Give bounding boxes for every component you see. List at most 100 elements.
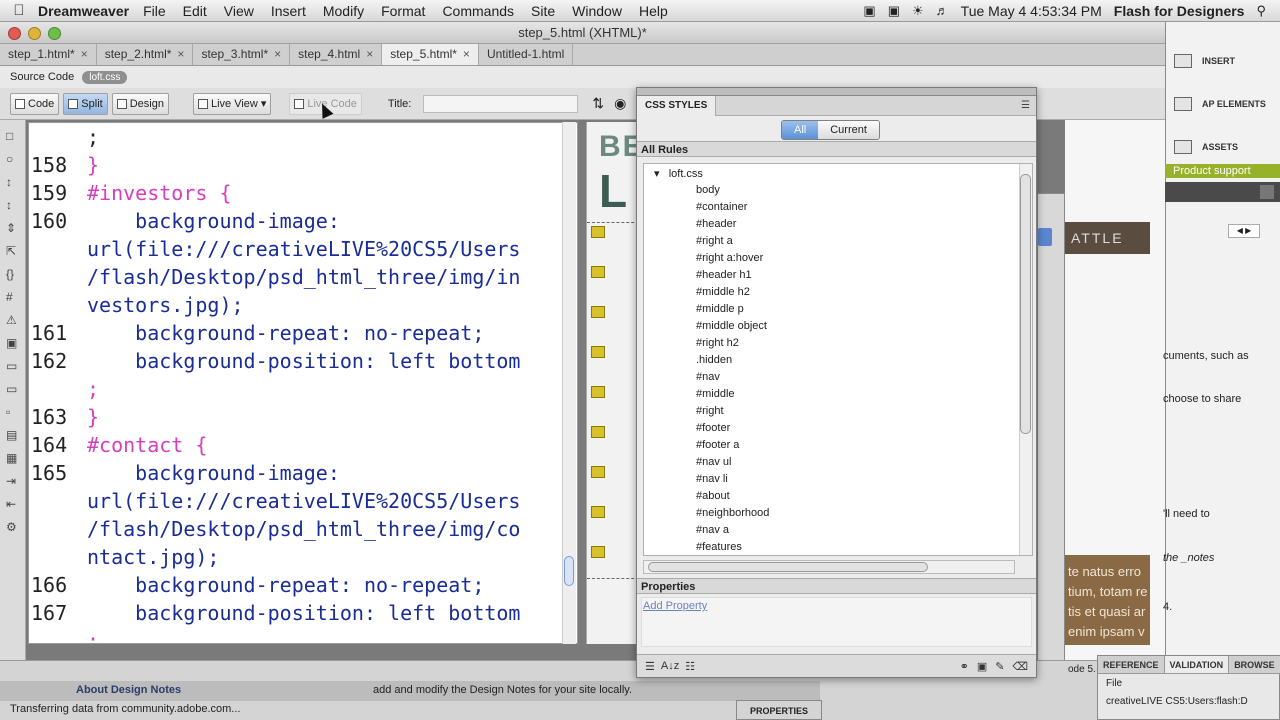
css-rule[interactable]: #about xyxy=(696,490,769,507)
tab-browse[interactable]: BROWSE xyxy=(1229,656,1280,673)
insert-panel-tab[interactable]: INSERT xyxy=(1174,54,1235,68)
css-rule[interactable]: body xyxy=(696,184,769,201)
balance-braces-icon[interactable]: {} xyxy=(6,267,20,281)
camera-icon[interactable]: ▣ xyxy=(888,3,900,19)
brightness-icon[interactable]: ☀ xyxy=(912,3,924,19)
live-view-button[interactable]: Live View ▾ xyxy=(192,92,272,115)
attach-stylesheet-icon[interactable]: ⚭ xyxy=(960,660,969,673)
menu-help[interactable]: Help xyxy=(639,3,668,19)
anchor-marker-icon[interactable] xyxy=(591,346,605,358)
css-rule[interactable]: #header xyxy=(696,218,769,235)
product-support-bar[interactable]: Product support xyxy=(1165,164,1280,178)
css-rule[interactable]: #right a:hover xyxy=(696,252,769,269)
menu-view[interactable]: View xyxy=(224,3,254,19)
css-rule[interactable]: #middle h2 xyxy=(696,286,769,303)
anchor-marker-icon[interactable] xyxy=(591,386,605,398)
anchor-marker-icon[interactable] xyxy=(591,306,605,318)
highlight-invalid-icon[interactable]: ⚠ xyxy=(6,313,20,327)
close-icon[interactable]: × xyxy=(81,47,88,61)
move-css-icon[interactable]: ▦ xyxy=(6,451,20,465)
tab-reference[interactable]: REFERENCE xyxy=(1098,656,1165,673)
design-view[interactable]: BE L xyxy=(586,122,638,644)
recent-snippets-icon[interactable]: ▤ xyxy=(6,428,20,442)
source-code-link[interactable]: Source Code xyxy=(10,71,74,83)
css-rule[interactable]: #container xyxy=(696,201,769,218)
properties-tab[interactable]: PROPERTIES xyxy=(736,700,822,720)
css-rule[interactable]: #nav ul xyxy=(696,456,769,473)
css-rule[interactable]: #nav li xyxy=(696,473,769,490)
disclosure-triangle-icon[interactable]: ▾ xyxy=(654,168,669,180)
css-rule[interactable]: #footer xyxy=(696,422,769,439)
menu-format[interactable]: Format xyxy=(381,3,425,19)
anchor-marker-icon[interactable] xyxy=(591,426,605,438)
collapse-tag-icon[interactable]: ↕ xyxy=(6,175,20,189)
assets-panel-tab[interactable]: ASSETS xyxy=(1174,140,1238,154)
line-numbers-icon[interactable]: # xyxy=(6,290,20,304)
screen-icon[interactable]: ▣ xyxy=(863,3,875,19)
expand-all-icon[interactable]: ⇕ xyxy=(6,221,20,235)
close-icon[interactable]: × xyxy=(177,47,184,61)
anchor-marker-icon[interactable] xyxy=(591,506,605,518)
css-rule[interactable]: #right xyxy=(696,405,769,422)
zoom-window-button[interactable] xyxy=(48,27,61,40)
menu-commands[interactable]: Commands xyxy=(442,3,514,19)
css-rule[interactable]: #features xyxy=(696,541,769,555)
ap-elements-panel-tab[interactable]: AP ELEMENTS xyxy=(1174,97,1266,111)
add-property-link[interactable]: Add Property xyxy=(643,600,707,612)
css-styles-tab[interactable]: CSS STYLES xyxy=(637,96,717,116)
rules-hscrollbar[interactable] xyxy=(643,560,1015,574)
code-view-button[interactable]: Code xyxy=(10,92,60,115)
close-icon[interactable]: × xyxy=(463,47,470,61)
menu-insert[interactable]: Insert xyxy=(271,3,306,19)
wrap-tag-icon[interactable]: ▫ xyxy=(6,405,20,419)
panel-menu-icon[interactable]: ☰ xyxy=(1021,100,1030,111)
split-view-button[interactable]: Split xyxy=(63,92,108,115)
close-window-button[interactable] xyxy=(8,27,21,40)
syntax-coloring-icon[interactable]: ▣ xyxy=(6,336,20,350)
apple-icon[interactable]:  xyxy=(0,2,38,19)
anchor-marker-icon[interactable] xyxy=(591,226,605,238)
css-rule[interactable]: #right h2 xyxy=(696,337,769,354)
trash-icon[interactable]: ⌫ xyxy=(1012,660,1028,673)
open-documents-icon[interactable]: □ xyxy=(6,129,20,143)
current-button[interactable]: Current xyxy=(818,121,879,139)
menu-edit[interactable]: Edit xyxy=(183,3,207,19)
close-icon[interactable]: × xyxy=(274,47,281,61)
set-properties-icon[interactable]: ☷ xyxy=(685,660,695,673)
remove-comment-icon[interactable]: ▭ xyxy=(6,382,20,396)
rules-hscrollbar-thumb[interactable] xyxy=(648,562,928,572)
css-rule[interactable]: .hidden xyxy=(696,354,769,371)
format-source-icon[interactable]: ⚙ xyxy=(6,520,20,534)
menu-site[interactable]: Site xyxy=(531,3,555,19)
close-icon[interactable]: × xyxy=(366,47,373,61)
tab-step-4[interactable]: step_4.html × xyxy=(290,44,383,65)
rules-scrollbar-thumb[interactable] xyxy=(1020,174,1031,434)
code-editor[interactable]: ; 158} 159 #investors { 160 background-im… xyxy=(28,122,578,644)
rules-list[interactable]: ▾ loft.css body #container #header #righ… xyxy=(643,163,1033,556)
edit-rule-icon[interactable]: ✎ xyxy=(995,660,1004,673)
tab-step-1[interactable]: step_1.html* × xyxy=(0,44,97,65)
search-icon[interactable] xyxy=(1260,185,1274,199)
stepper-icon[interactable] xyxy=(1038,228,1052,246)
css-rule[interactable]: #right a xyxy=(696,235,769,252)
css-rule[interactable]: #nav a xyxy=(696,524,769,541)
new-rule-icon[interactable]: ▣ xyxy=(977,660,987,673)
indent-icon[interactable]: ⇥ xyxy=(6,474,20,488)
outdent-icon[interactable]: ⇤ xyxy=(6,497,20,511)
all-button[interactable]: All xyxy=(782,121,819,139)
related-file-pill[interactable]: loft.css xyxy=(82,70,128,84)
code-scrollbar-thumb[interactable] xyxy=(564,556,574,586)
workspace-name[interactable]: Flash for Designers xyxy=(1114,3,1245,19)
menu-window[interactable]: Window xyxy=(572,3,622,19)
collapse-selection-icon[interactable]: ↕ xyxy=(6,198,20,212)
css-rule[interactable]: #middle object xyxy=(696,320,769,337)
clock[interactable]: Tue May 4 4:53:34 PM xyxy=(961,3,1102,19)
volume-icon[interactable]: ♬ xyxy=(936,3,949,18)
css-rule[interactable]: #neighborhood xyxy=(696,507,769,524)
app-name[interactable]: Dreamweaver xyxy=(38,3,129,19)
nav-arrows[interactable]: ◀ ▶ xyxy=(1228,224,1260,238)
apply-comment-icon[interactable]: ▭ xyxy=(6,359,20,373)
category-view-icon[interactable]: ☰ xyxy=(645,660,655,673)
select-parent-tag-icon[interactable]: ⇱ xyxy=(6,244,20,258)
minimize-window-button[interactable] xyxy=(28,27,41,40)
